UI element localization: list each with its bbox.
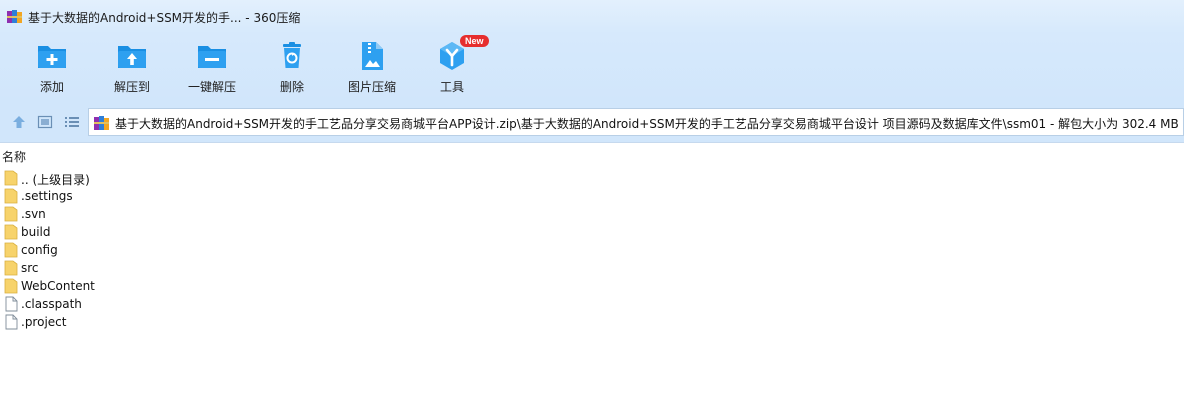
add-label: 添加 [39, 80, 64, 94]
add-folder-icon [38, 46, 66, 68]
add-button[interactable]: 添加 [12, 38, 92, 98]
thumbnail-view-icon[interactable] [37, 114, 53, 130]
list-item[interactable]: .. (上级目录) [0, 169, 1184, 187]
list-item[interactable]: src [0, 259, 1184, 277]
list-item[interactable]: .settings [0, 187, 1184, 205]
list-item[interactable]: .project [0, 313, 1184, 331]
column-header-name[interactable]: 名称 [2, 148, 26, 165]
file-name: .classpath [21, 297, 82, 311]
list-item[interactable]: .classpath [0, 295, 1184, 313]
toolbar: 添加 解压到 一键解压 删除 图片压缩 New 工具 [0, 34, 1184, 102]
window-title: 基于大数据的Android+SSM开发的手... - 360压缩 [28, 11, 301, 25]
one-click-extract-button[interactable]: 一键解压 [172, 38, 252, 98]
file-icon [5, 314, 18, 330]
extract-to-label: 解压到 [113, 80, 150, 94]
up-arrow-icon[interactable] [11, 114, 27, 130]
folder-icon [4, 242, 18, 258]
list-view-icon[interactable] [64, 114, 80, 130]
path-text: 基于大数据的Android+SSM开发的手工艺品分享交易商城平台APP设计.zi… [115, 117, 1179, 131]
file-name: .project [21, 315, 67, 329]
extract-to-button[interactable]: 解压到 [92, 38, 172, 98]
file-name: build [21, 225, 51, 239]
file-name: WebContent [21, 279, 95, 293]
image-compress-label: 图片压缩 [347, 80, 396, 94]
title-bar: 基于大数据的Android+SSM开发的手... - 360压缩 [0, 0, 1184, 34]
tools-button[interactable]: New 工具 [412, 35, 492, 98]
image-compress-button[interactable]: 图片压缩 [332, 38, 412, 98]
list-item[interactable]: WebContent [0, 277, 1184, 295]
path-field[interactable]: 基于大数据的Android+SSM开发的手工艺品分享交易商城平台APP设计.zi… [88, 108, 1184, 136]
folder-icon [4, 278, 18, 294]
tools-label: 工具 [439, 80, 464, 94]
folder-icon [4, 170, 18, 186]
folder-icon [4, 188, 18, 204]
file-name: .svn [21, 207, 46, 221]
trash-icon [283, 42, 301, 68]
folder-icon [4, 206, 18, 222]
list-item[interactable]: build [0, 223, 1184, 241]
list-item[interactable]: config [0, 241, 1184, 259]
folder-icon [4, 260, 18, 276]
folder-icon [4, 224, 18, 240]
list-header: 名称 [0, 148, 1184, 166]
one-click-extract-icon [198, 46, 226, 68]
file-name: config [21, 243, 58, 257]
list-item[interactable]: .svn [0, 205, 1184, 223]
delete-label: 删除 [279, 80, 304, 94]
file-name: src [21, 261, 39, 275]
file-list: .. (上级目录) .settings .svn build config sr… [0, 169, 1184, 331]
one-click-extract-label: 一键解压 [187, 80, 236, 94]
file-icon [5, 296, 18, 312]
delete-button[interactable]: 删除 [252, 38, 332, 98]
extract-to-icon [118, 46, 146, 68]
image-compress-icon [362, 42, 383, 70]
address-bar: 基于大数据的Android+SSM开发的手工艺品分享交易商城平台APP设计.zi… [0, 102, 1184, 143]
new-badge: New [460, 35, 489, 47]
file-name: .settings [21, 189, 73, 203]
file-name: .. (上级目录) [21, 173, 90, 187]
winrar-books-icon [7, 10, 22, 23]
winrar-books-icon [94, 116, 109, 130]
